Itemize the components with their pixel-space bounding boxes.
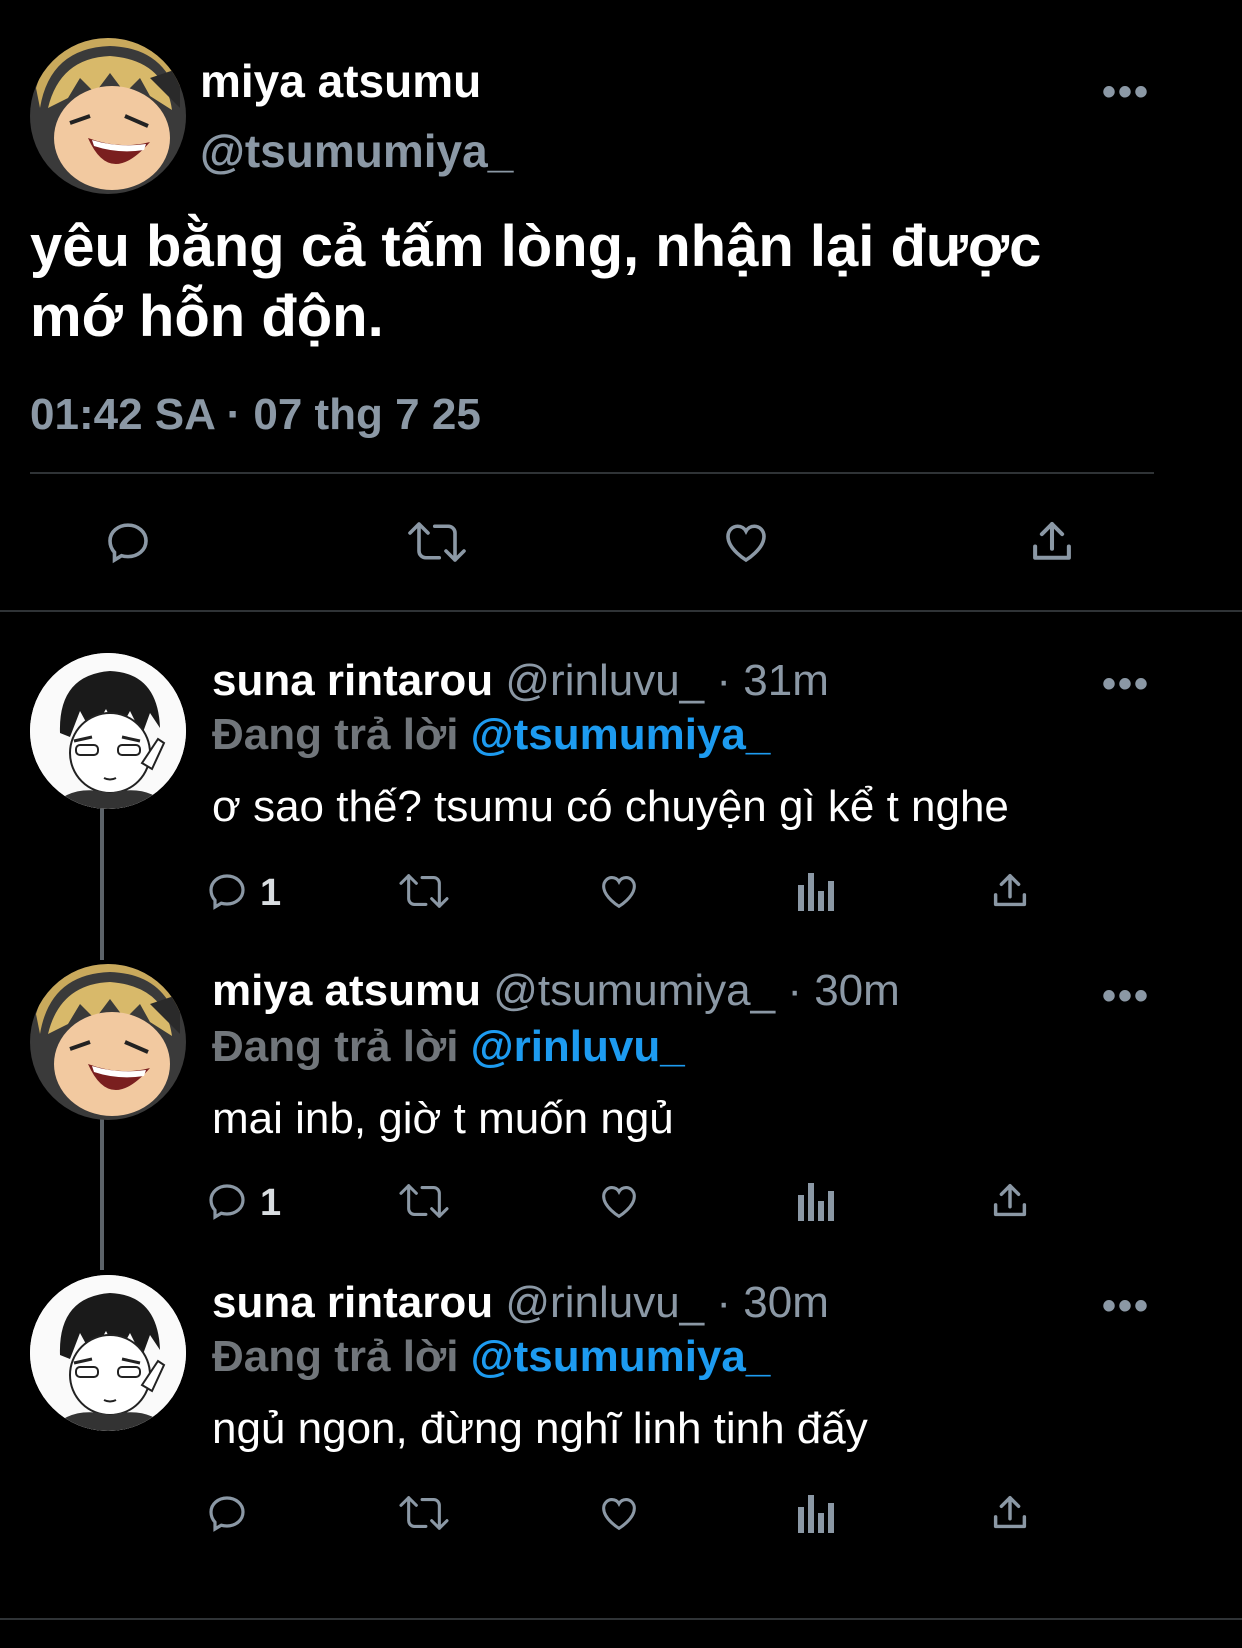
reply-time[interactable]: 31m [743,656,829,705]
suna-avatar[interactable] [30,1275,186,1431]
atsumu-avatar[interactable] [30,38,186,194]
thread-line [100,800,104,960]
reply-author-handle[interactable]: @rinluvu_ [505,656,704,705]
atsumu-avatar-art [30,38,186,194]
reply-time[interactable]: 30m [743,1278,829,1327]
divider [0,1618,1242,1620]
atsumu-avatar-art [30,964,186,1120]
meta-separator: · [716,656,732,705]
suna-avatar-art [30,1275,186,1431]
divider [0,610,1242,612]
retweet-icon[interactable] [394,1488,454,1538]
meta-separator: · [716,1278,732,1327]
thread-line [100,1110,104,1270]
reply-time[interactable]: 30m [814,966,900,1015]
reply-icon[interactable] [100,512,156,572]
replying-mention-link[interactable]: @rinluvu_ [471,1022,685,1071]
like-icon[interactable] [594,1176,644,1226]
share-icon[interactable] [1024,512,1080,572]
views-icon[interactable] [794,866,838,916]
reply-header: suna rintarou @rinluvu_ · 31m [212,656,829,706]
reply-count: 1 [260,872,282,914]
reply-icon[interactable] [202,866,252,916]
meta-separator: · [787,966,802,1015]
like-icon[interactable] [594,1488,644,1538]
tweet-text-line2: mớ hỗn độn. [30,284,384,349]
retweet-icon[interactable] [402,512,472,572]
reply-author-name[interactable]: miya atsumu [212,966,481,1015]
reply-author-name[interactable]: suna rintarou [212,1278,493,1327]
tweet-text-line1: yêu bằng cả tấm lòng, nhận lại được [30,214,1042,279]
author-handle[interactable]: @tsumumiya_ [200,124,513,178]
retweet-icon[interactable] [394,866,454,916]
more-options-icon[interactable]: ••• [1102,976,1150,1016]
author-name[interactable]: miya atsumu [200,54,481,108]
suna-avatar-art [30,653,186,809]
replying-mention-link[interactable]: @tsumumiya_ [471,1332,771,1381]
reply-author-handle[interactable]: @rinluvu_ [505,1278,704,1327]
atsumu-avatar[interactable] [30,964,186,1120]
reply-count: 1 [260,1182,282,1224]
divider [30,472,1154,474]
replying-prefix: Đang trả lời [212,710,459,759]
reply-icon[interactable] [202,1488,252,1538]
replying-to: Đang trả lời @tsumumiya_ [212,710,770,760]
replying-to: Đang trả lời @tsumumiya_ [212,1332,770,1382]
reply-text: ơ sao thế? tsumu có chuyện gì kể t nghe [212,782,1009,831]
replying-to: Đang trả lời @rinluvu_ [212,1022,685,1072]
reply-author-handle[interactable]: @tsumumiya_ [493,966,775,1015]
reply-text: mai inb, giờ t muốn ngủ [212,1094,674,1143]
views-icon[interactable] [794,1176,838,1226]
retweet-icon[interactable] [394,1176,454,1226]
share-icon[interactable] [986,1176,1034,1226]
like-icon[interactable] [594,866,644,916]
reply-author-name[interactable]: suna rintarou [212,656,493,705]
reply-header: miya atsumu @tsumumiya_ · 30m [212,966,900,1016]
reply-text: ngủ ngon, đừng nghĩ linh tinh đấy [212,1404,868,1453]
replying-prefix: Đang trả lời [212,1022,459,1071]
views-icon[interactable] [794,1488,838,1538]
reply-header: suna rintarou @rinluvu_ · 30m [212,1278,829,1328]
share-icon[interactable] [986,866,1034,916]
more-options-icon[interactable]: ••• [1102,664,1150,704]
share-icon[interactable] [986,1488,1034,1538]
more-options-icon[interactable]: ••• [1102,72,1150,112]
tweet-timestamp[interactable]: 01:42 SA · 07 thg 7 25 [30,390,481,440]
replying-mention-link[interactable]: @tsumumiya_ [471,710,771,759]
like-icon[interactable] [716,512,776,572]
reply-icon[interactable] [202,1176,252,1226]
suna-avatar[interactable] [30,653,186,809]
more-options-icon[interactable]: ••• [1102,1286,1150,1326]
replying-prefix: Đang trả lời [212,1332,459,1381]
